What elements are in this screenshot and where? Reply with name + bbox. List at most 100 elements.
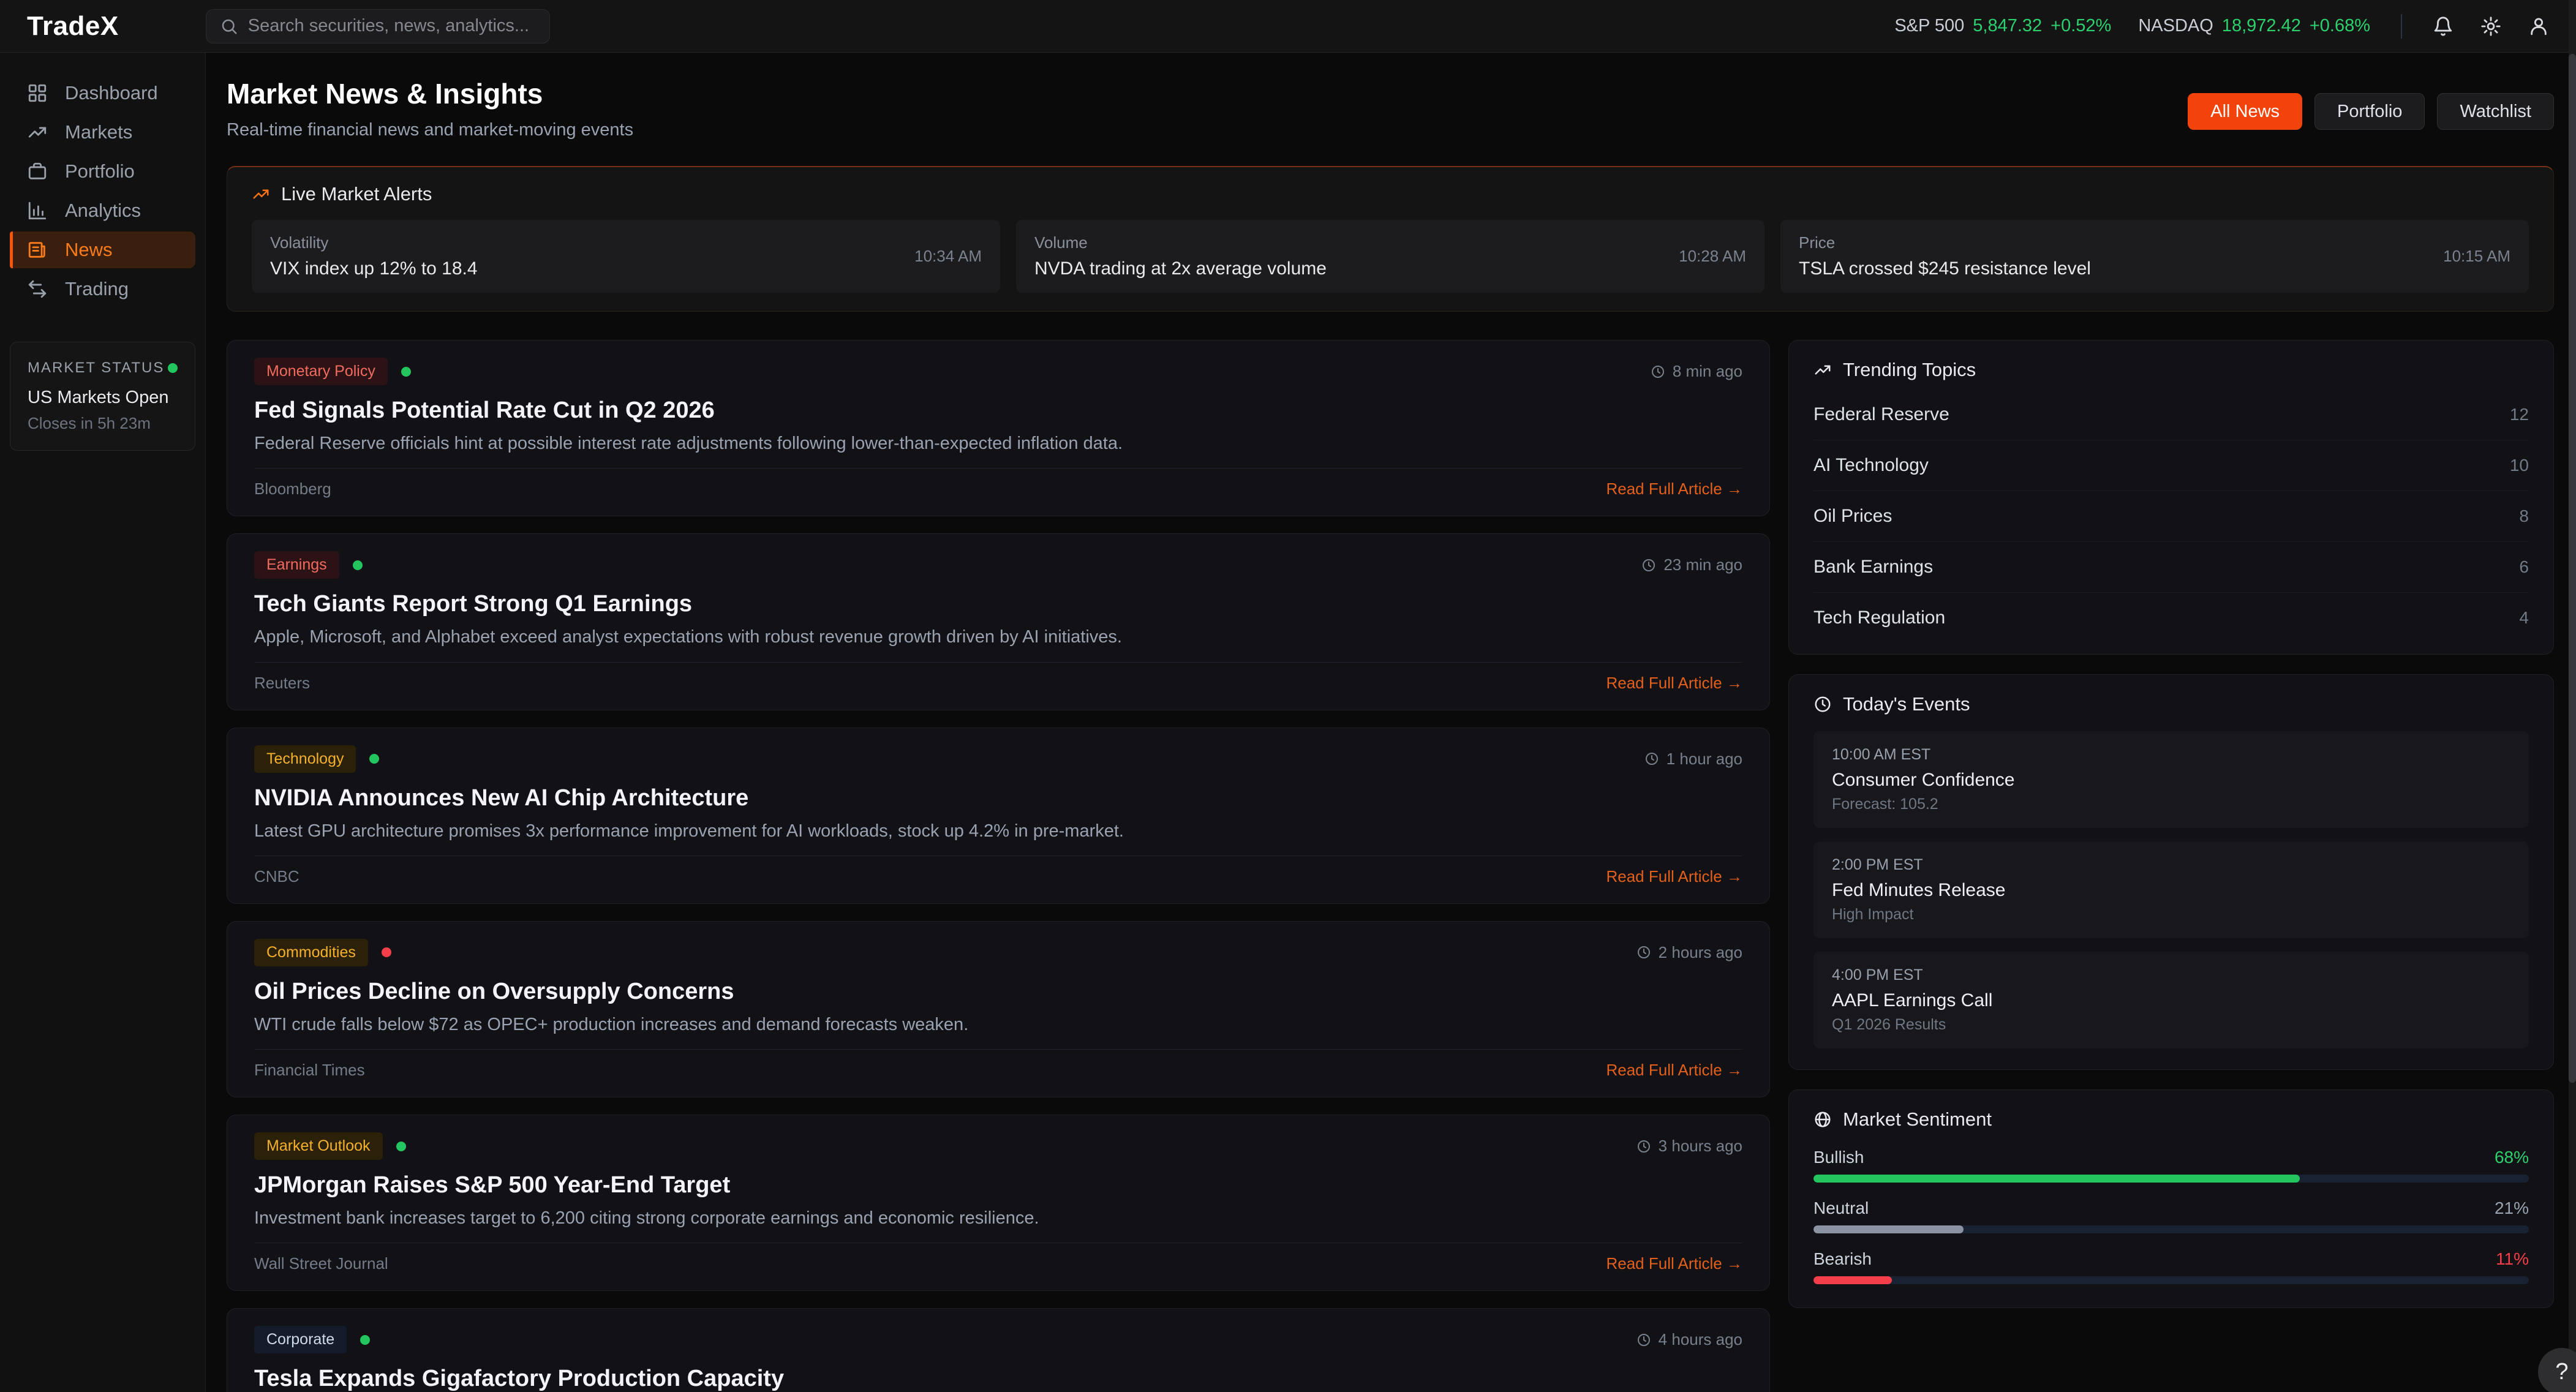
profile-button[interactable] xyxy=(2528,16,2549,37)
topic-count: 8 xyxy=(2519,506,2529,526)
topic-count: 4 xyxy=(2519,608,2529,628)
event-card: 4:00 PM EST AAPL Earnings Call Q1 2026 R… xyxy=(1813,952,2529,1048)
ticker-sp500: S&P 500 5,847.32 +0.52% xyxy=(1894,16,2111,36)
event-detail: High Impact xyxy=(1832,906,2510,924)
trending-topics-card: Trending Topics Federal Reserve 12 AI Te… xyxy=(1788,340,2554,655)
read-full-article-link[interactable]: Read Full Article → xyxy=(1606,867,1742,886)
read-full-article-link[interactable]: Read Full Article → xyxy=(1606,674,1742,693)
notifications-button[interactable] xyxy=(2433,16,2454,37)
news-card[interactable]: Corporate 4 hours ago Tesla Expands Giga… xyxy=(227,1308,1770,1392)
newspaper-icon xyxy=(27,239,48,260)
trending-topic-row[interactable]: Oil Prices 8 xyxy=(1813,491,2529,542)
article-time: 8 min ago xyxy=(1673,362,1742,381)
article-source: Financial Times xyxy=(254,1061,365,1080)
scrollbar[interactable] xyxy=(2569,0,2576,1392)
ticker-label: S&P 500 xyxy=(1894,16,1964,36)
trending-topic-row[interactable]: AI Technology 10 xyxy=(1813,440,2529,491)
sentiment-label: Neutral xyxy=(1813,1198,1869,1218)
news-card[interactable]: Monetary Policy 8 min ago Fed Signals Po… xyxy=(227,340,1770,516)
news-card[interactable]: Technology 1 hour ago NVIDIA Announces N… xyxy=(227,728,1770,904)
sentiment-label: Bullish xyxy=(1813,1148,1864,1167)
news-card[interactable]: Earnings 23 min ago Tech Giants Report S… xyxy=(227,533,1770,710)
alert-time: 10:28 AM xyxy=(1679,247,1746,266)
sentiment-bar-track xyxy=(1813,1175,2529,1183)
trending-topic-row[interactable]: Tech Regulation 4 xyxy=(1813,593,2529,633)
sidebar-item-trading[interactable]: Trading xyxy=(10,271,195,307)
trending-topic-row[interactable]: Federal Reserve 12 xyxy=(1813,389,2529,440)
sentiment-row: Bullish 68% xyxy=(1813,1148,2529,1183)
article-source: Wall Street Journal xyxy=(254,1254,388,1273)
ticker-value: 5,847.32 xyxy=(1973,16,2042,36)
sidebar-item-markets[interactable]: Markets xyxy=(10,114,195,151)
sentiment-bar-track xyxy=(1813,1276,2529,1284)
read-full-article-link[interactable]: Read Full Article → xyxy=(1606,480,1742,498)
sidebar-item-label: News xyxy=(65,239,113,261)
sentiment-label: Bearish xyxy=(1813,1249,1872,1269)
article-summary: Latest GPU architecture promises 3x perf… xyxy=(254,820,1742,842)
topic-count: 6 xyxy=(2519,557,2529,577)
news-card[interactable]: Commodities 2 hours ago Oil Prices Decli… xyxy=(227,921,1770,1097)
topic-count: 12 xyxy=(2510,405,2529,424)
market-closes-text: Closes in 5h 23m xyxy=(28,414,178,433)
category-badge: Monetary Policy xyxy=(254,358,388,385)
article-source: Reuters xyxy=(254,674,310,693)
scrollbar-thumb[interactable] xyxy=(2569,54,2576,1083)
article-time: 3 hours ago xyxy=(1659,1137,1742,1156)
article-time: 2 hours ago xyxy=(1659,943,1742,962)
sidebar-item-news[interactable]: News xyxy=(10,231,195,268)
category-badge: Technology xyxy=(254,745,356,773)
topbar: TradeX S&P 500 5,847.32 +0.52% NASDAQ 18… xyxy=(0,0,2576,53)
app-logo[interactable]: TradeX xyxy=(27,11,119,42)
trending-up-icon xyxy=(27,122,48,143)
topic-label: Bank Earnings xyxy=(1813,557,1933,577)
event-time: 10:00 AM EST xyxy=(1832,746,2510,764)
sidebar-item-analytics[interactable]: Analytics xyxy=(10,192,195,229)
sentiment-dot xyxy=(401,367,411,377)
clock-icon xyxy=(1636,1333,1651,1347)
sidebar-item-label: Dashboard xyxy=(65,82,158,104)
article-time: 23 min ago xyxy=(1663,555,1742,574)
trending-topic-row[interactable]: Bank Earnings 6 xyxy=(1813,542,2529,593)
alert-text: NVDA trading at 2x average volume xyxy=(1034,258,1327,279)
alert-card: Volume NVDA trading at 2x average volume… xyxy=(1016,220,1764,293)
filter-portfolio[interactable]: Portfolio xyxy=(2314,93,2425,130)
event-title: Fed Minutes Release xyxy=(1832,880,2510,901)
filter-watchlist[interactable]: Watchlist xyxy=(2437,93,2554,130)
sidebar-item-portfolio[interactable]: Portfolio xyxy=(10,153,195,190)
sidebar-item-dashboard[interactable]: Dashboard xyxy=(10,75,195,111)
alerts-title: Live Market Alerts xyxy=(281,183,432,205)
market-sentiment-card: Market Sentiment Bullish 68% xyxy=(1788,1089,2554,1308)
search-box[interactable] xyxy=(206,9,550,43)
live-market-alerts-panel: Live Market Alerts Volatility VIX index … xyxy=(227,166,2554,312)
news-card[interactable]: Market Outlook 3 hours ago JPMorgan Rais… xyxy=(227,1115,1770,1291)
market-status-card: MARKET STATUS US Markets Open Closes in … xyxy=(10,342,195,451)
search-input[interactable] xyxy=(248,16,536,36)
article-title: Tech Giants Report Strong Q1 Earnings xyxy=(254,591,1742,617)
right-rail: Trending Topics Federal Reserve 12 AI Te… xyxy=(1788,340,2554,1308)
event-card: 10:00 AM EST Consumer Confidence Forecas… xyxy=(1813,731,2529,828)
sidebar-item-label: Analytics xyxy=(65,200,141,222)
bell-icon xyxy=(2433,16,2454,37)
article-source: CNBC xyxy=(254,867,299,886)
search-icon xyxy=(220,17,238,36)
alert-card: Price TSLA crossed $245 resistance level… xyxy=(1780,220,2529,293)
todays-events-card: Today's Events 10:00 AM EST Consumer Con… xyxy=(1788,674,2554,1070)
page-subtitle: Real-time financial news and market-movi… xyxy=(227,120,633,140)
settings-button[interactable] xyxy=(2480,16,2501,37)
market-status-text: US Markets Open xyxy=(28,388,178,408)
sentiment-percent: 68% xyxy=(2495,1148,2529,1167)
category-badge: Commodities xyxy=(254,939,368,966)
read-full-article-link[interactable]: Read Full Article → xyxy=(1606,1061,1742,1080)
alert-text: VIX index up 12% to 18.4 xyxy=(270,258,478,279)
event-card: 2:00 PM EST Fed Minutes Release High Imp… xyxy=(1813,841,2529,938)
article-title: JPMorgan Raises S&P 500 Year-End Target xyxy=(254,1172,1742,1198)
filter-all-news[interactable]: All News xyxy=(2188,93,2302,130)
alert-label: Volume xyxy=(1034,233,1327,252)
sentiment-percent: 11% xyxy=(2496,1249,2529,1269)
sentiment-dot xyxy=(396,1142,406,1151)
sidebar: Dashboard Markets Portfolio Analytics Ne… xyxy=(0,53,206,1392)
topic-label: Tech Regulation xyxy=(1813,608,1945,628)
sidebar-item-label: Portfolio xyxy=(65,160,135,182)
category-badge: Earnings xyxy=(254,551,339,579)
read-full-article-link[interactable]: Read Full Article → xyxy=(1606,1254,1742,1273)
